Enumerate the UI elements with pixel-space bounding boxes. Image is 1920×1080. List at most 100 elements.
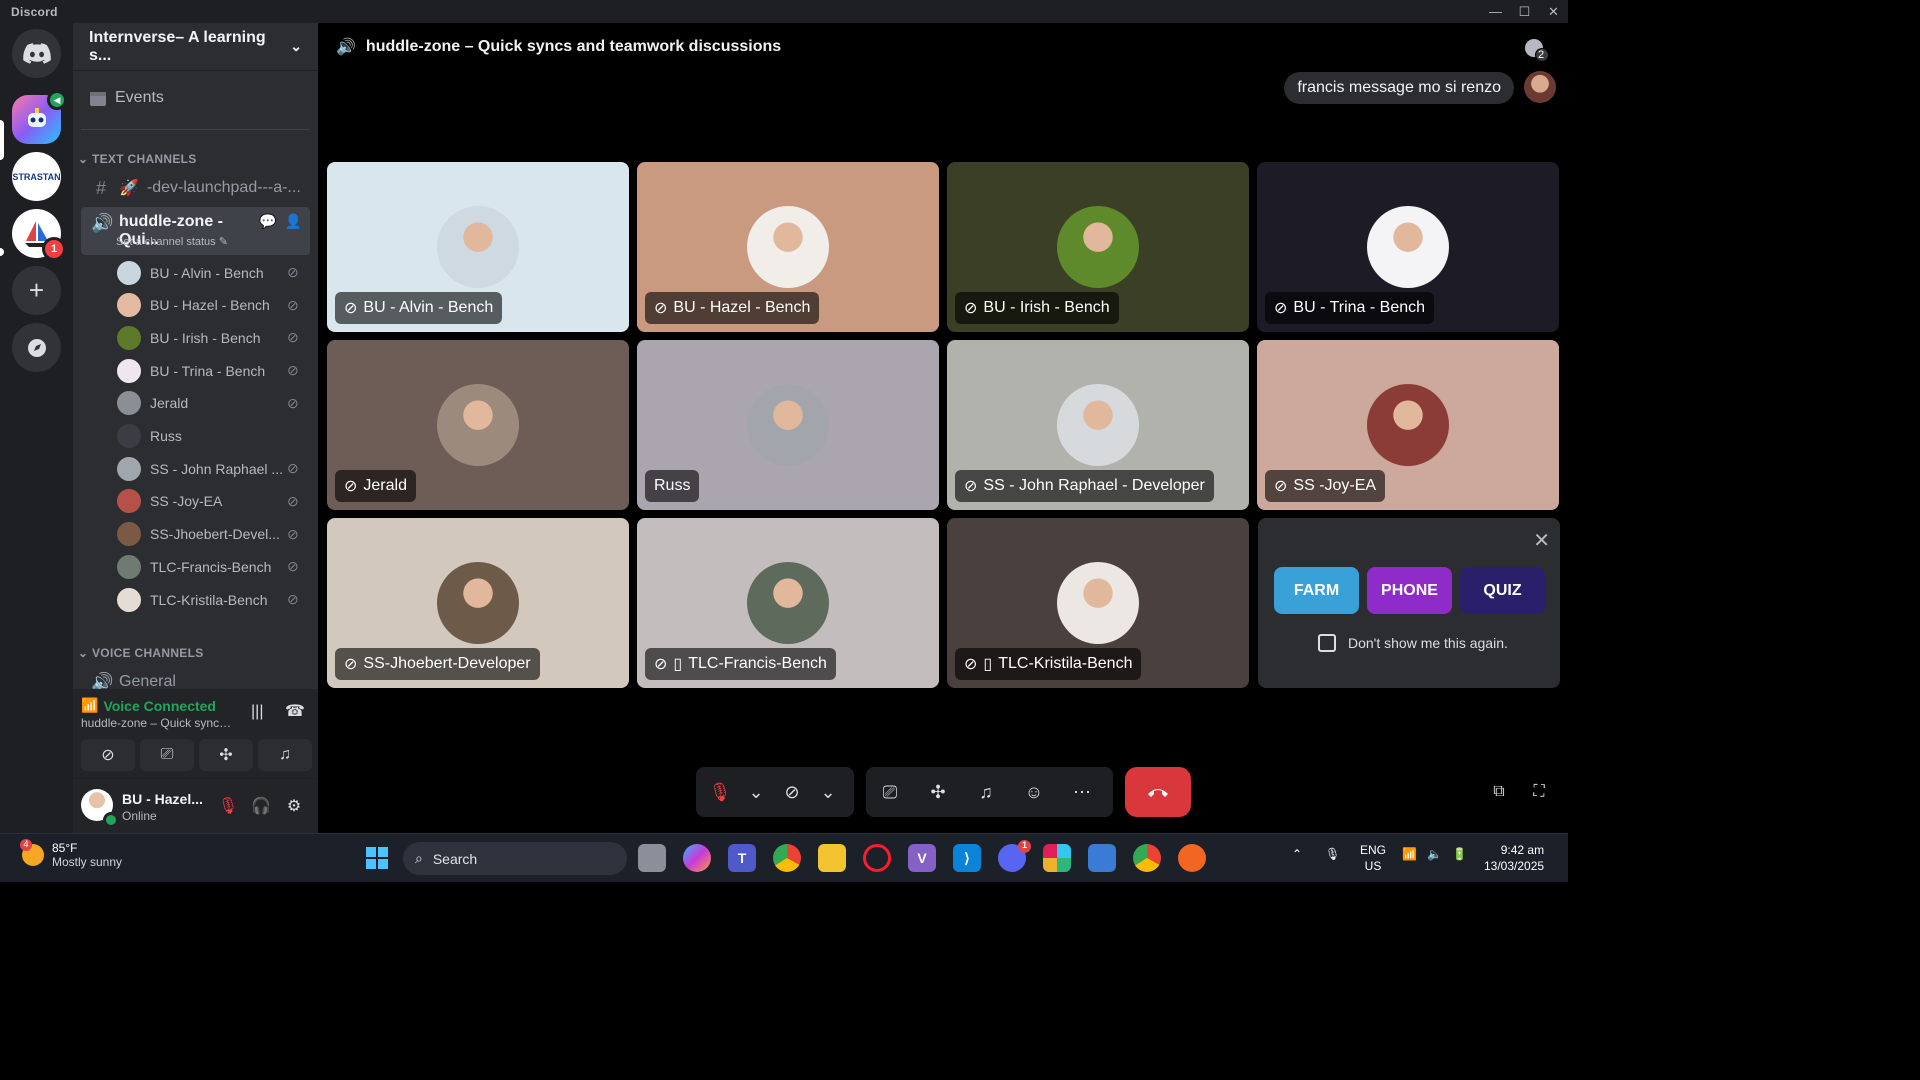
voice-member[interactable]: SS -Joy-EA ⊘ [117,486,307,517]
slack-icon[interactable] [1043,844,1071,872]
weather-widget[interactable]: 4 85°F Mostly sunny [20,839,122,869]
discord-taskbar-icon[interactable]: 1 [998,840,1031,872]
teams-icon[interactable]: T [728,844,756,872]
mute-button[interactable]: 🎙 [218,796,238,816]
unmute-button[interactable]: 🎙 [696,767,744,817]
voice-member[interactable]: BU - Trina - Bench ⊘ [117,355,307,386]
microphone-tray-icon[interactable]: 🎙 [1325,846,1340,862]
leave-call-button[interactable] [1125,767,1191,817]
game-card[interactable]: QUIZ [1460,567,1545,614]
events-item[interactable]: Events [89,89,164,107]
voice-member[interactable]: Russ [117,421,307,452]
maximize-button[interactable]: ☐ [1510,0,1539,23]
share-screen-button[interactable]: ⎚ [866,767,914,817]
disconnect-icon[interactable]: ☎ [285,701,305,721]
voice-member[interactable]: BU - Alvin - Bench ⊘ [117,257,307,288]
volume-icon[interactable]: 🔈 [1427,846,1442,862]
participant-tile[interactable]: ⊘ ▯ TLC-Francis-Bench [637,518,939,688]
more-button[interactable]: ⋯ [1058,767,1106,817]
copilot-icon[interactable] [683,844,711,872]
voice-member[interactable]: BU - Hazel - Bench ⊘ [117,290,307,321]
home-button[interactable] [12,29,61,78]
participant-tile[interactable]: ⊘ Jerald [327,340,629,510]
taskbar-search[interactable]: ⌕ Search [403,842,627,875]
voice-channel-link[interactable]: huddle-zone – Quick syncs ... [81,716,236,730]
opera-icon[interactable] [863,844,891,872]
participant-tile[interactable]: ⊘ SS-Jhoebert-Developer [327,518,629,688]
activities-button[interactable]: ✣ [914,767,962,817]
voice-connected-status[interactable]: 📶 Voice Connected [81,697,216,714]
task-view-icon[interactable] [638,844,666,872]
voice-member[interactable]: SS - John Raphael ... ⊘ [117,453,307,484]
clock[interactable]: 9:42 am 13/03/2025 [1484,842,1544,874]
settings-button[interactable]: ⚙ [284,796,304,816]
visual-studio-icon[interactable]: V [908,844,936,872]
server-sailboat[interactable]: 1 [12,209,66,261]
participant-tile[interactable]: ⊘ BU - Irish - Bench [947,162,1249,332]
close-window-button[interactable]: ✕ [1539,0,1568,23]
channel-dev-launchpad[interactable]: # 🚀 -dev-launchpad---a-... [81,171,310,205]
start-button[interactable] [363,844,391,872]
soundboard-button[interactable]: ♫ [962,767,1010,817]
server-internverse[interactable]: ◀ [12,90,67,144]
chat-icon[interactable]: 💬 [259,213,276,230]
voice-member[interactable]: SS-Jhoebert-Devel... ⊘ [117,519,307,550]
voice-member[interactable]: BU - Irish - Bench ⊘ [117,322,307,353]
activities-button[interactable]: ✣ [199,739,253,771]
activities-icon: ✣ [219,747,233,764]
discord-logo-icon [22,42,51,64]
tray-overflow-icon[interactable]: ⌃ [1292,846,1302,862]
game-card[interactable]: FARM [1274,567,1359,614]
noise-suppression-icon[interactable]: ||| [251,703,263,721]
virtualbox-icon[interactable] [1088,844,1116,872]
voice-member[interactable]: Jerald ⊘ [117,388,307,419]
chat-preview-bubble[interactable]: francis message mo si renzo [1284,72,1514,104]
add-server-button[interactable]: + [12,266,61,315]
participant-tile[interactable]: ⊘ BU - Trina - Bench [1257,162,1559,332]
soundboard-button[interactable]: ♫ [258,739,312,771]
weather-badge: 4 [20,839,32,851]
postman-icon[interactable] [1178,844,1206,872]
screen-share-button[interactable]: ⎚ [140,739,194,771]
fullscreen-button[interactable]: ⛶ [1527,780,1551,804]
emoji-button[interactable]: ☺ [1010,767,1058,817]
wifi-icon[interactable]: 📶 [1402,846,1417,862]
camera-button[interactable]: ⊘ [768,767,816,817]
username[interactable]: BU - Hazel... [122,791,203,807]
chrome-icon[interactable] [773,844,801,872]
channel-huddle-zone[interactable]: 🔊 huddle-zone - Qui... 💬 👤 Set a channel… [81,207,310,255]
deafen-button[interactable]: 🎧 [251,796,271,816]
discover-button[interactable] [12,323,61,372]
participant-tile[interactable]: ⊘ ▯ TLC-Kristila-Bench [947,518,1249,688]
channel-status-hint[interactable]: Set a channel status ✎ [116,235,228,248]
voice-member[interactable]: TLC-Kristila-Bench ⊘ [117,584,307,615]
chat-sender-avatar[interactable] [1524,71,1556,103]
participant-tile[interactable]: ⊘ SS - John Raphael - Developer [947,340,1249,510]
language-indicator[interactable]: ENG US [1360,842,1386,874]
server-strastan[interactable]: STRASTAN [12,152,61,201]
voice-member[interactable]: TLC-Francis-Bench ⊘ [117,551,307,582]
chrome-profile-icon[interactable] [1133,844,1161,872]
close-icon[interactable]: ✕ [1533,528,1550,553]
invite-icon[interactable]: 👤 [285,213,302,230]
file-explorer-icon[interactable] [818,844,846,872]
popout-button[interactable]: ⧉ [1487,780,1511,804]
category-text-channels[interactable]: ⌄ TEXT CHANNELS [78,152,197,166]
dont-show-again-checkbox[interactable]: Don't show me this again. [1318,634,1508,652]
battery-icon[interactable]: 🔋 [1452,846,1467,862]
camera-options-button[interactable]: ⌄ [816,767,840,817]
participant-tile[interactable]: Russ [637,340,939,510]
server-header[interactable]: Internverse– A learning s... ⌄ [73,23,318,71]
minimize-button[interactable]: — [1481,0,1510,23]
mic-options-button[interactable]: ⌄ [744,767,768,817]
chevron-down-icon: ⌄ [290,38,302,54]
game-card[interactable]: PHONE [1367,567,1452,614]
participant-tile[interactable]: ⊘ BU - Alvin - Bench [327,162,629,332]
inbox-button[interactable]: 2 [1522,37,1550,68]
participant-tile[interactable]: ⊘ BU - Hazel - Bench [637,162,939,332]
participant-tile[interactable]: ⊘ SS -Joy-EA [1257,340,1559,510]
category-voice-channels[interactable]: ⌄ VOICE CHANNELS [78,646,204,660]
vscode-icon[interactable]: ⟩ [953,844,981,872]
checkbox-box[interactable] [1318,634,1336,652]
camera-off-button[interactable]: ⊘ [81,739,135,771]
